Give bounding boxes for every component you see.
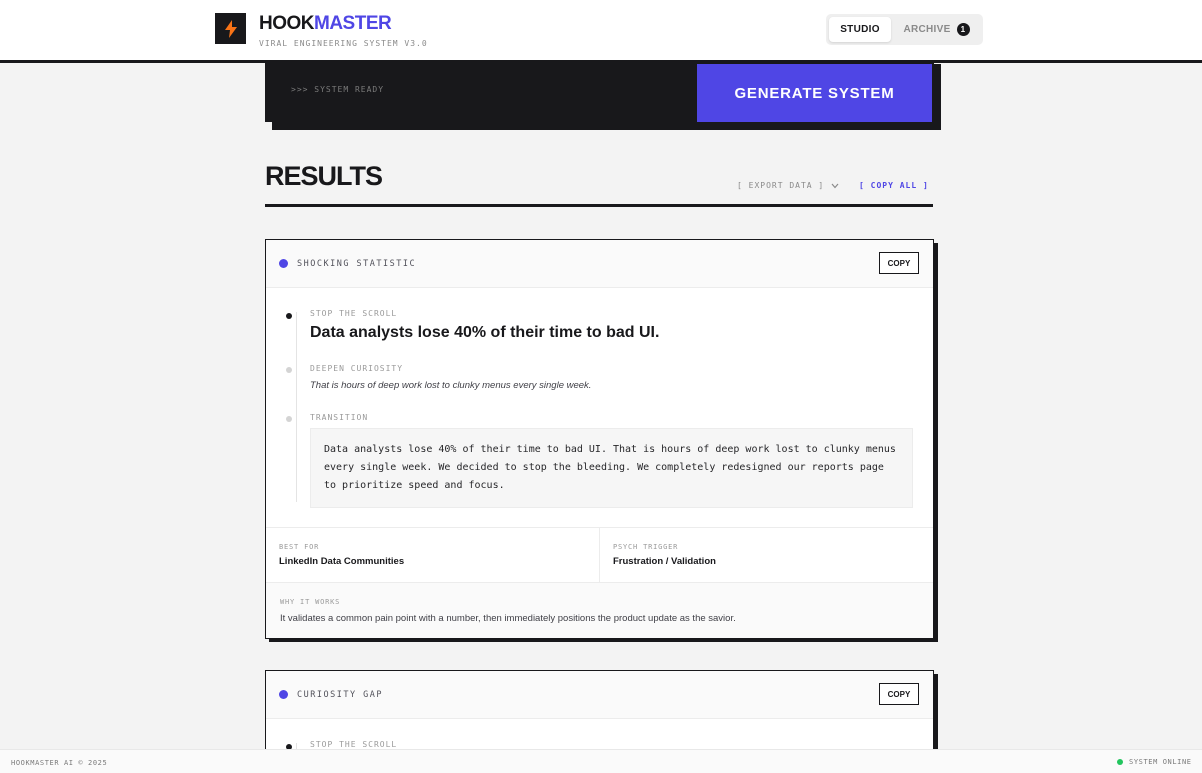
transition-text: Data analysts lose 40% of their time to … (310, 428, 913, 508)
tab-archive-label: ARCHIVE (903, 24, 951, 35)
why-it-works: WHY IT WORKS It validates a common pain … (266, 582, 933, 638)
best-for-cell: BEST FOR LinkedIn Data Communities (266, 528, 600, 582)
psych-trigger-label: PSYCH TRIGGER (613, 543, 679, 551)
lightning-icon (224, 19, 237, 38)
tab-studio-label: STUDIO (840, 24, 880, 35)
brand-name: HOOKMASTER (259, 13, 392, 35)
deepen-text: That is hours of deep work lost to clunk… (310, 380, 592, 391)
why-label: WHY IT WORKS (280, 598, 341, 606)
hook-text: Data analysts lose 40% of their time to … (310, 324, 660, 341)
generate-system-button[interactable]: GENERATE SYSTEM (697, 64, 932, 122)
view-switcher: STUDIO ARCHIVE 1 (826, 14, 983, 45)
tab-studio[interactable]: STUDIO (829, 17, 891, 42)
card-category: CURIOSITY GAP (297, 690, 384, 700)
timeline-dot (286, 313, 292, 319)
category-dot (279, 259, 288, 268)
results-title: RESULTS (265, 161, 383, 191)
copyright: HOOKMASTER AI © 2025 (11, 759, 108, 767)
card-header: SHOCKING STATISTIC COPY (266, 240, 933, 288)
psych-trigger-cell: PSYCH TRIGGER Frustration / Validation (600, 528, 933, 582)
timeline-dot (286, 367, 292, 373)
category-dot (279, 690, 288, 699)
card-header: CURIOSITY GAP COPY (266, 671, 933, 719)
top-bar: HOOKMASTER VIRAL ENGINEERING SYSTEM V3.0… (0, 0, 1202, 63)
best-for-value: LinkedIn Data Communities (279, 556, 405, 567)
system-online-label: SYSTEM ONLINE (1129, 758, 1192, 766)
copy-button[interactable]: COPY (879, 683, 919, 705)
timeline-dot (286, 416, 292, 422)
tab-archive[interactable]: ARCHIVE 1 (893, 17, 980, 42)
results-divider (265, 204, 933, 207)
step-label: STOP THE SCROLL (310, 309, 398, 318)
psych-trigger-value: Frustration / Validation (613, 556, 716, 567)
online-indicator-icon (1117, 759, 1123, 765)
copy-button[interactable]: COPY (879, 252, 919, 274)
step-label: STOP THE SCROLL (310, 740, 398, 749)
copy-all-button[interactable]: [ COPY ALL ] (859, 181, 929, 190)
logo-mark (215, 13, 246, 44)
system-status: >>> SYSTEM READY (291, 85, 385, 94)
step-label: DEEPEN CURIOSITY (310, 364, 404, 373)
chevron-down-icon (831, 183, 839, 188)
why-text: It validates a common pain point with a … (280, 613, 736, 624)
meta-row: BEST FOR LinkedIn Data Communities PSYCH… (266, 527, 933, 582)
brand-master: MASTER (314, 13, 392, 34)
brand-tagline: VIRAL ENGINEERING SYSTEM V3.0 (259, 39, 428, 48)
status-footer: HOOKMASTER AI © 2025 SYSTEM ONLINE (0, 749, 1202, 773)
card-category: SHOCKING STATISTIC (297, 259, 417, 269)
export-data-dropdown[interactable]: [ EXPORT DATA ] (737, 181, 839, 190)
brand-hook: HOOK (259, 13, 315, 34)
step-label: TRANSITION (310, 413, 369, 422)
system-online-status: SYSTEM ONLINE (1117, 758, 1192, 766)
hook-card: SHOCKING STATISTIC COPY STOP THE SCROLL … (265, 239, 934, 639)
timeline-line (296, 312, 297, 502)
best-for-label: BEST FOR (279, 543, 320, 551)
export-data-label: [ EXPORT DATA ] (737, 181, 825, 190)
archive-count-badge: 1 (956, 23, 970, 36)
